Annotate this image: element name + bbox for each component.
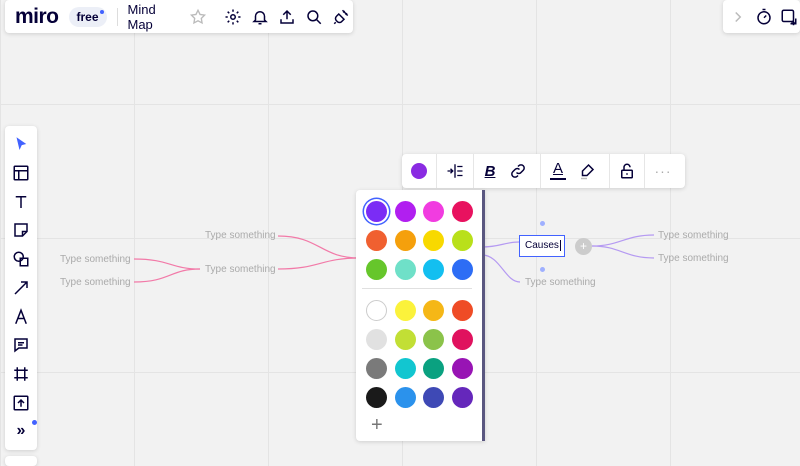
current-color-swatch	[411, 163, 427, 179]
color-swatch[interactable]	[451, 358, 473, 379]
color-swatch[interactable]	[423, 201, 444, 222]
top-toolbar: miro free Mind Map	[5, 0, 353, 33]
mindmap-node[interactable]: Type something	[658, 253, 729, 264]
color-swatch[interactable]	[423, 230, 444, 251]
color-swatch[interactable]	[423, 329, 444, 350]
text-tool-icon[interactable]	[9, 191, 33, 211]
color-button[interactable]	[402, 154, 436, 188]
color-swatch[interactable]	[394, 300, 416, 321]
center-node-label: Causes	[525, 240, 559, 252]
color-swatch[interactable]	[366, 387, 387, 408]
sticky-note-icon[interactable]	[9, 220, 33, 240]
shapes-icon[interactable]	[9, 249, 33, 269]
left-toolbar: »	[5, 126, 37, 450]
color-swatch[interactable]	[451, 300, 473, 321]
mindmap-node[interactable]: Type something	[205, 264, 276, 275]
left-branches	[133, 235, 361, 283]
bell-icon[interactable]	[249, 5, 272, 29]
color-swatch[interactable]	[451, 329, 473, 350]
font-color-bar	[550, 178, 566, 180]
divider	[116, 7, 118, 26]
bottom-left-panel	[5, 456, 37, 466]
timer-icon[interactable]	[753, 5, 775, 29]
mindmap-node[interactable]: Type something	[60, 254, 131, 265]
connection-line-icon[interactable]	[9, 278, 33, 298]
mindmap-node[interactable]: Type something	[60, 277, 131, 288]
right-branches	[481, 234, 655, 283]
notification-dot	[32, 420, 37, 426]
mindmap-center-node[interactable]: Causes	[519, 235, 565, 257]
mindmap-node[interactable]: Type something	[658, 230, 729, 241]
more-options-icon[interactable]: ···	[645, 154, 681, 188]
lock-icon[interactable]	[610, 154, 644, 188]
color-swatch[interactable]	[394, 259, 416, 280]
color-swatch[interactable]	[423, 358, 444, 379]
frame-icon[interactable]	[9, 364, 33, 384]
miro-logo[interactable]: miro	[15, 5, 59, 29]
color-swatch[interactable]	[451, 230, 473, 251]
font-color-letter: A	[552, 160, 563, 177]
plugin-icon[interactable]	[330, 5, 353, 29]
more-tools-label: »	[16, 422, 26, 440]
pen-icon[interactable]	[9, 306, 33, 326]
share-board-icon[interactable]	[778, 5, 800, 29]
color-swatch[interactable]	[451, 201, 473, 222]
color-swatch[interactable]	[366, 300, 387, 321]
search-icon[interactable]	[303, 5, 326, 29]
more-tools-button[interactable]: »	[9, 420, 37, 441]
layout-icon[interactable]	[437, 154, 473, 188]
color-swatch[interactable]	[423, 259, 444, 280]
upload-icon[interactable]	[276, 5, 299, 29]
color-swatch[interactable]	[394, 230, 416, 251]
color-swatch[interactable]	[394, 358, 416, 379]
color-swatch[interactable]	[423, 300, 444, 321]
plan-label: free	[76, 9, 99, 24]
select-tool-icon[interactable]	[9, 134, 33, 154]
mindmap-node[interactable]: Type something	[525, 277, 596, 288]
gear-icon[interactable]	[222, 5, 245, 29]
add-child-node-button[interactable]: +	[575, 238, 592, 255]
color-swatch[interactable]	[366, 358, 387, 379]
plan-badge[interactable]: free	[68, 6, 107, 27]
color-swatch[interactable]	[451, 259, 473, 280]
highlighter-icon[interactable]	[575, 154, 599, 188]
mindmap-node[interactable]: Type something	[205, 230, 276, 241]
color-swatch[interactable]	[366, 329, 387, 350]
color-swatch[interactable]	[423, 387, 444, 408]
color-swatch[interactable]	[451, 387, 473, 408]
text-cursor	[559, 240, 561, 251]
comment-icon[interactable]	[9, 335, 33, 355]
color-swatches-bottom	[366, 300, 473, 408]
star-icon[interactable]	[186, 5, 209, 29]
resize-handle-bottom[interactable]	[540, 267, 545, 272]
color-swatch[interactable]	[366, 201, 387, 222]
link-icon[interactable]	[506, 154, 530, 188]
board-name[interactable]: Mind Map	[128, 2, 183, 32]
color-swatch[interactable]	[394, 329, 416, 350]
top-right-toolbar	[723, 0, 800, 33]
bold-button[interactable]: B	[474, 154, 506, 188]
chevron-right-icon[interactable]	[727, 5, 749, 29]
upload-icon[interactable]	[9, 393, 33, 413]
context-toolbar: B A ···	[402, 154, 685, 188]
resize-handle-top[interactable]	[540, 221, 545, 226]
color-swatch[interactable]	[394, 387, 416, 408]
templates-icon[interactable]	[9, 163, 33, 183]
color-swatch[interactable]	[366, 230, 387, 251]
color-swatches-top	[366, 201, 473, 280]
color-picker-popover: +	[356, 190, 485, 441]
color-swatch[interactable]	[366, 259, 387, 280]
color-swatch[interactable]	[394, 201, 416, 222]
font-color-button[interactable]: A	[541, 154, 575, 188]
plan-badge-dot	[99, 9, 104, 14]
add-custom-color-button[interactable]: +	[371, 414, 383, 437]
divider	[362, 288, 472, 289]
